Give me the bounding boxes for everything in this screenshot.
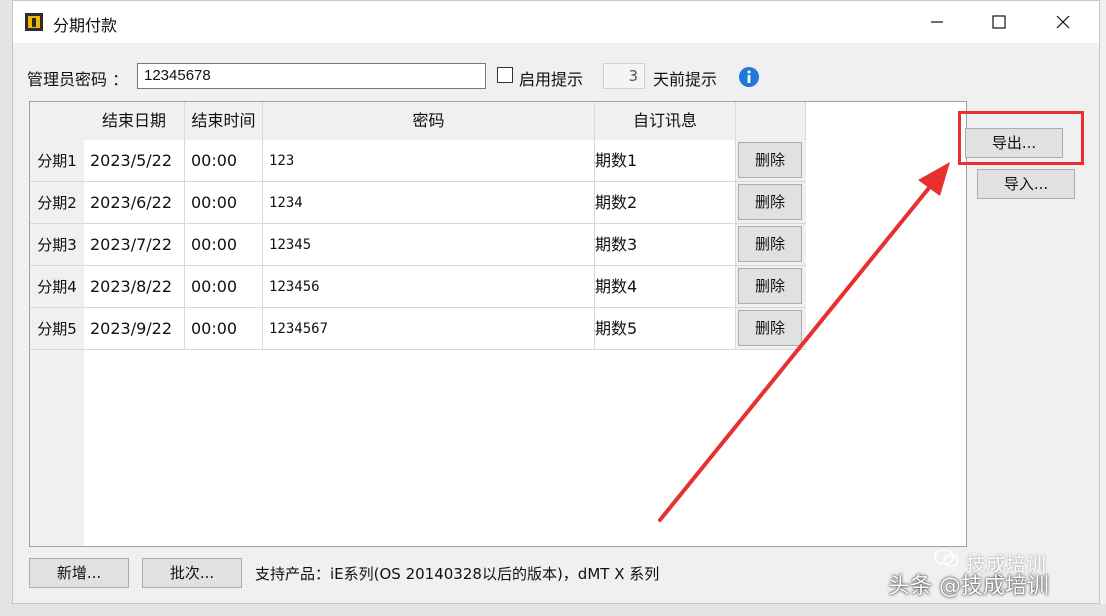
wechat-icon	[934, 549, 959, 568]
annotation-arrow	[658, 162, 950, 522]
watermark-main: 头条 @技成培训	[888, 574, 1049, 599]
